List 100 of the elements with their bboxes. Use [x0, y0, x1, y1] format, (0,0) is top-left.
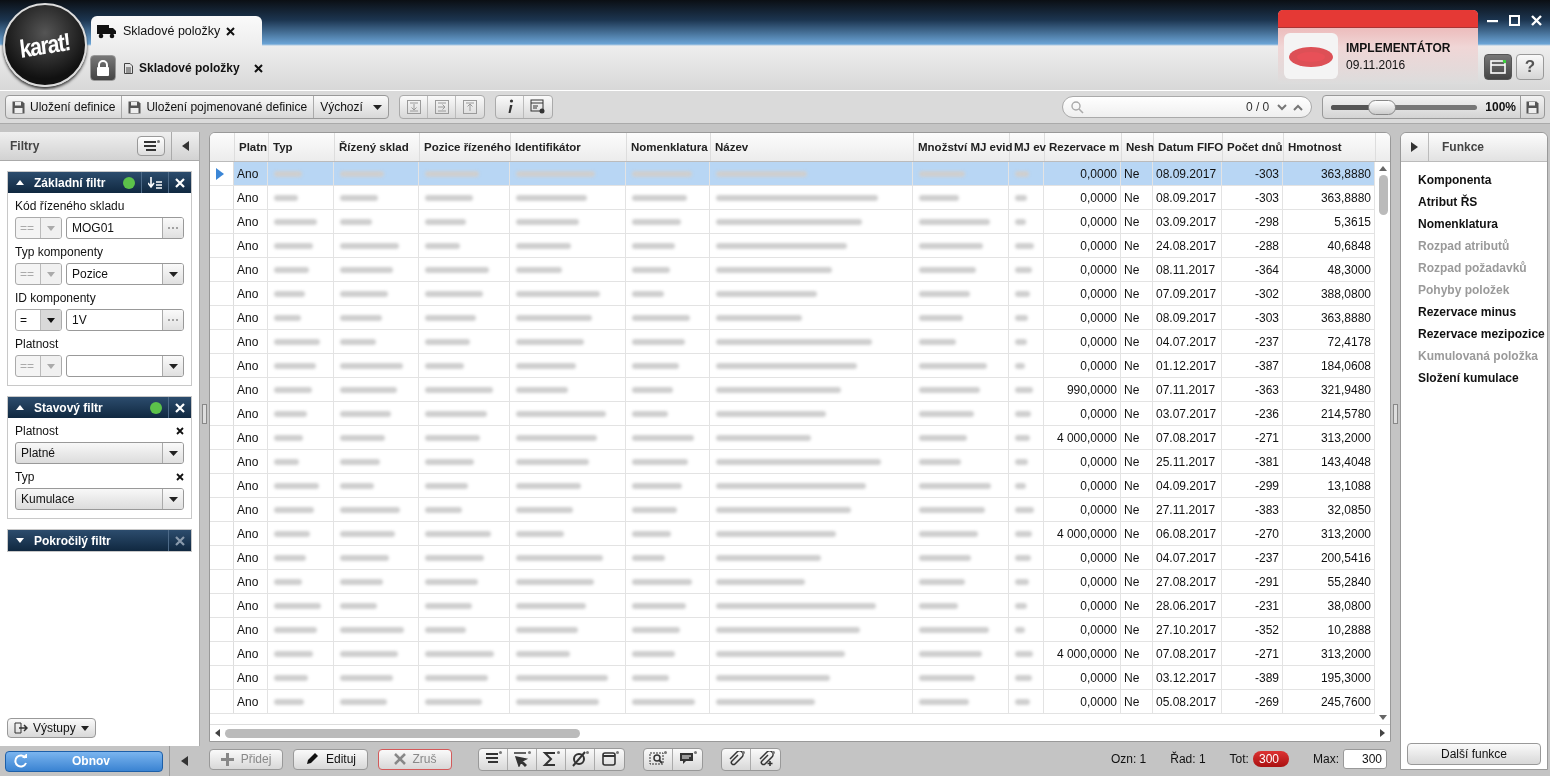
column-header[interactable]: Řízený sklad: [335, 133, 420, 161]
table-row[interactable]: Ano 0,0000 Ne 27.11.2017 -383 32,0850: [210, 498, 1375, 522]
table-row[interactable]: Ano 0,0000 Ne 08.09.2017 -303 363,8880: [210, 162, 1375, 186]
select-field[interactable]: Platné: [15, 442, 184, 464]
column-header[interactable]: Hmotnost: [1284, 133, 1376, 161]
dropdown-icon[interactable]: [162, 264, 183, 284]
close-icon[interactable]: [253, 63, 263, 73]
chevron-up-icon[interactable]: [1293, 103, 1304, 111]
max-rows-field[interactable]: 300: [1343, 749, 1387, 769]
blurred-text: [425, 602, 472, 609]
table-row[interactable]: Ano 0,0000 Ne 04.07.2017 -237 200,5416: [210, 546, 1375, 570]
column-header[interactable]: Název: [711, 133, 914, 161]
table-row[interactable]: Ano 0,0000 Ne 27.10.2017 -352 10,2888: [210, 618, 1375, 642]
outputs-button[interactable]: Výstupy: [7, 718, 96, 738]
table-row[interactable]: Ano 0,0000 Ne 03.07.2017 -236 214,5780: [210, 402, 1375, 426]
document-tab[interactable]: Skladové položky: [91, 16, 262, 46]
table-row[interactable]: Ano 0,0000 Ne 05.08.2017 -269 245,7600: [210, 690, 1375, 714]
table-row[interactable]: Ano 0,0000 Ne 03.12.2017 -389 195,3000: [210, 666, 1375, 690]
column-header[interactable]: Nesh: [1122, 133, 1154, 161]
function-link[interactable]: Rezervace minus: [1418, 304, 1547, 320]
lock-button[interactable]: [90, 55, 116, 81]
value-field[interactable]: 1V: [66, 309, 184, 331]
value-field[interactable]: Pozice: [66, 263, 184, 285]
scroll-left-icon[interactable]: [215, 729, 220, 737]
table-row[interactable]: Ano 0,0000 Ne 25.11.2017 -381 143,4048: [210, 450, 1375, 474]
clear-icon[interactable]: [176, 473, 184, 481]
dropdown-icon[interactable]: [162, 356, 183, 376]
maximize-icon[interactable]: [1508, 14, 1520, 26]
more-functions-button[interactable]: Další funkce: [1407, 743, 1541, 765]
scroll-up-icon[interactable]: [1379, 166, 1387, 171]
blurred-text: [1015, 386, 1034, 393]
table-row[interactable]: Ano 4 000,0000 Ne 07.08.2017 -271 313,2000: [210, 642, 1375, 666]
column-header[interactable]: Pozice řízeného: [420, 133, 511, 161]
blurred-text: [632, 650, 675, 657]
function-link[interactable]: Komponenta: [1418, 172, 1547, 188]
table-row[interactable]: Ano 0,0000 Ne 03.09.2017 -298 5,3615: [210, 210, 1375, 234]
splitter-handle[interactable]: [202, 404, 207, 424]
collapse-arrow-icon[interactable]: [16, 180, 24, 185]
table-row[interactable]: Ano 0,0000 Ne 07.09.2017 -302 388,0800: [210, 282, 1375, 306]
table-cell: -389: [1254, 670, 1279, 685]
scroll-down-icon[interactable]: [1379, 715, 1387, 720]
blurred-text: [632, 530, 672, 537]
blurred-text: [340, 458, 380, 465]
function-link[interactable]: Nomenklatura: [1418, 216, 1547, 232]
close-icon[interactable]: [226, 26, 236, 36]
table-cell: Ne: [1124, 574, 1140, 589]
column-header[interactable]: Identifikátor: [511, 133, 627, 161]
column-header[interactable]: Datum FIFO: [1154, 133, 1223, 161]
horizontal-scrollbar[interactable]: [210, 724, 1390, 741]
blurred-text: [425, 530, 491, 537]
splitter-handle[interactable]: [1393, 404, 1398, 424]
filter-section-header[interactable]: Stavový filtr: [8, 397, 191, 418]
table-row[interactable]: Ano 0,0000 Ne 04.07.2017 -237 72,4178: [210, 330, 1375, 354]
slider-thumb[interactable]: [1368, 99, 1397, 115]
search-field[interactable]: 0 / 0: [1062, 96, 1313, 118]
panel-button[interactable]: [1484, 54, 1512, 80]
blurred-text: [632, 362, 679, 369]
table-row[interactable]: Ano 0,0000 Ne 27.08.2017 -291 55,2840: [210, 570, 1375, 594]
edit-button[interactable]: Edituj: [293, 748, 368, 770]
table-row[interactable]: Ano 4 000,0000 Ne 06.08.2017 -270 313,2000: [210, 522, 1375, 546]
table-row[interactable]: Ano 4 000,0000 Ne 07.08.2017 -271 313,2000: [210, 426, 1375, 450]
table-cell: -291: [1254, 574, 1279, 589]
blurred-text: [425, 290, 483, 297]
function-link[interactable]: Atribut ŘS: [1418, 194, 1547, 210]
function-link[interactable]: Rezervace mezipozice: [1418, 326, 1547, 342]
clear-icon[interactable]: [176, 427, 184, 435]
scroll-thumb[interactable]: [1378, 175, 1388, 215]
column-header[interactable]: Nomenklatura: [627, 133, 711, 161]
table-row[interactable]: Ano 0,0000 Ne 28.06.2017 -231 38,0800: [210, 594, 1375, 618]
table-row[interactable]: Ano 0,0000 Ne 04.09.2017 -299 13,1088: [210, 474, 1375, 498]
column-header[interactable]: Typ: [269, 133, 335, 161]
table-row[interactable]: Ano 0,0000 Ne 24.08.2017 -288 40,6848: [210, 234, 1375, 258]
column-header[interactable]: Rezervace m: [1045, 133, 1122, 161]
operator-select[interactable]: =: [15, 309, 62, 331]
value-field[interactable]: [66, 355, 184, 377]
table-row[interactable]: Ano 0,0000 Ne 08.11.2017 -364 48,3000: [210, 258, 1375, 282]
function-link[interactable]: Složení kumulace: [1418, 370, 1547, 386]
filter-section-header[interactable]: Základní filtr: [8, 172, 191, 193]
select-field[interactable]: Kumulace: [15, 488, 184, 510]
menu-icon[interactable]: [137, 136, 165, 156]
table-row[interactable]: Ano 0,0000 Ne 08.09.2017 -303 363,8880: [210, 186, 1375, 210]
blurred-text: [1015, 506, 1035, 513]
scroll-thumb[interactable]: [225, 728, 580, 738]
table-row[interactable]: Ano 990,0000 Ne 07.11.2017 -363 321,9480: [210, 378, 1375, 402]
collapse-arrow-icon[interactable]: [16, 538, 24, 543]
value-field[interactable]: MOG01: [66, 217, 184, 239]
blurred-text: [340, 338, 376, 345]
chevron-down-icon[interactable]: [1277, 103, 1288, 111]
column-header[interactable]: Množství MJ evid: [914, 133, 1010, 161]
table-row[interactable]: Ano 0,0000 Ne 01.12.2017 -387 184,0608: [210, 354, 1375, 378]
filter-section-header[interactable]: Pokročilý filtr: [8, 530, 191, 551]
scroll-right-icon[interactable]: [1380, 729, 1385, 737]
blurred-text: [632, 626, 681, 633]
help-button[interactable]: ?: [1516, 54, 1544, 80]
column-header[interactable]: Platn: [235, 133, 269, 161]
sort-icon[interactable]: [148, 176, 162, 189]
zoom-slider[interactable]: [1331, 99, 1478, 115]
column-header[interactable]: Počet dnů: [1223, 133, 1284, 161]
collapse-arrow-icon[interactable]: [16, 405, 24, 410]
table-row[interactable]: Ano 0,0000 Ne 08.09.2017 -303 363,8880: [210, 306, 1375, 330]
